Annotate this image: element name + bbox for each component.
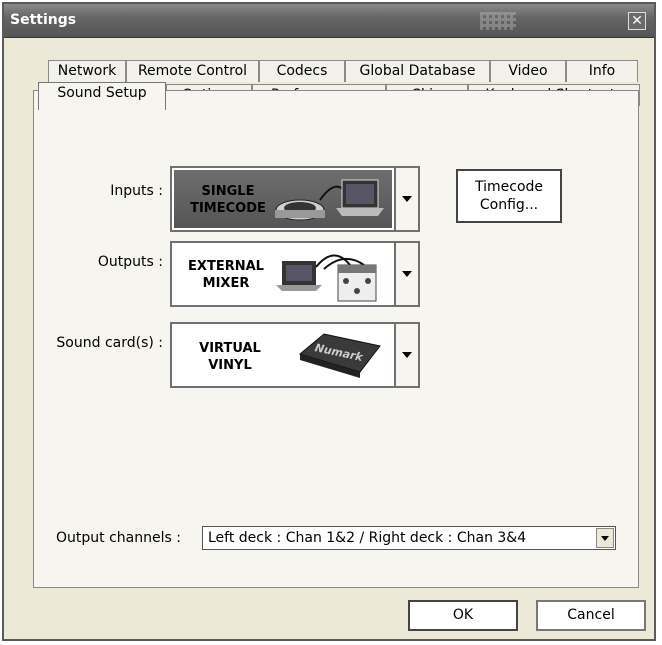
chevron-down-icon[interactable] <box>596 528 614 548</box>
timecode-config-line1: Timecode <box>474 179 544 195</box>
outputs-dropdown-arrow[interactable] <box>394 243 418 305</box>
inputs-value-line2: TIMECODE <box>190 201 266 216</box>
inputs-combo[interactable]: SINGLE TIMECODE <box>170 166 420 232</box>
timecode-config-line2: Config... <box>479 197 539 213</box>
output-channels-label: Output channels : <box>56 530 181 546</box>
sound-setup-panel: Inputs : SINGLE TIMECODE Timecode Config… <box>33 90 639 588</box>
outputs-label: Outputs : <box>97 254 163 270</box>
soundcard-combo[interactable]: VIRTUAL VINYL Numark <box>170 322 420 388</box>
inputs-label: Inputs : <box>110 183 163 199</box>
outputs-value-line2: MIXER <box>203 276 250 291</box>
tab-info[interactable]: Info <box>566 60 638 82</box>
outputs-image: EXTERNAL MIXER <box>174 245 392 303</box>
tab-sound-setup[interactable]: Sound Setup <box>38 82 166 110</box>
outputs-combo[interactable]: EXTERNAL MIXER <box>170 241 420 307</box>
soundcard-image: VIRTUAL VINYL Numark <box>174 326 392 384</box>
tab-video[interactable]: Video <box>490 60 566 82</box>
external-mixer-illustration: EXTERNAL MIXER <box>188 254 377 302</box>
output-channels-value: Left deck : Chan 1&2 / Right deck : Chan… <box>208 530 527 546</box>
tab-network[interactable]: Network <box>48 60 126 82</box>
title-decoration <box>480 12 516 30</box>
virtual-vinyl-illustration: VIRTUAL VINYL Numark <box>199 333 381 378</box>
cancel-button[interactable]: Cancel <box>536 600 646 631</box>
soundcard-label: Sound card(s) : <box>56 335 163 351</box>
soundcard-dropdown-arrow[interactable] <box>394 324 418 386</box>
title-bar[interactable]: Settings ✕ <box>4 4 654 38</box>
timecode-config-button[interactable]: Timecode Config... <box>456 169 562 223</box>
inputs-dropdown-arrow[interactable] <box>394 168 418 230</box>
tab-codecs[interactable]: Codecs <box>259 60 345 82</box>
output-channels-select[interactable]: Left deck : Chan 1&2 / Right deck : Chan… <box>202 526 616 550</box>
settings-dialog: Settings ✕ Network Remote Control Codecs… <box>2 2 656 641</box>
soundcard-value-line2: VINYL <box>208 358 251 373</box>
single-timecode-illustration: SINGLE TIMECODE <box>190 179 384 221</box>
inputs-image: SINGLE TIMECODE <box>174 170 392 228</box>
tab-global-database[interactable]: Global Database <box>345 60 490 82</box>
tab-remote-control[interactable]: Remote Control <box>126 60 259 82</box>
close-icon[interactable]: ✕ <box>628 12 646 30</box>
outputs-value-line1: EXTERNAL <box>188 259 264 274</box>
inputs-value-line1: SINGLE <box>202 184 255 199</box>
ok-button[interactable]: OK <box>408 600 518 631</box>
soundcard-value-line1: VIRTUAL <box>199 341 261 356</box>
dialog-title: Settings <box>10 12 77 28</box>
